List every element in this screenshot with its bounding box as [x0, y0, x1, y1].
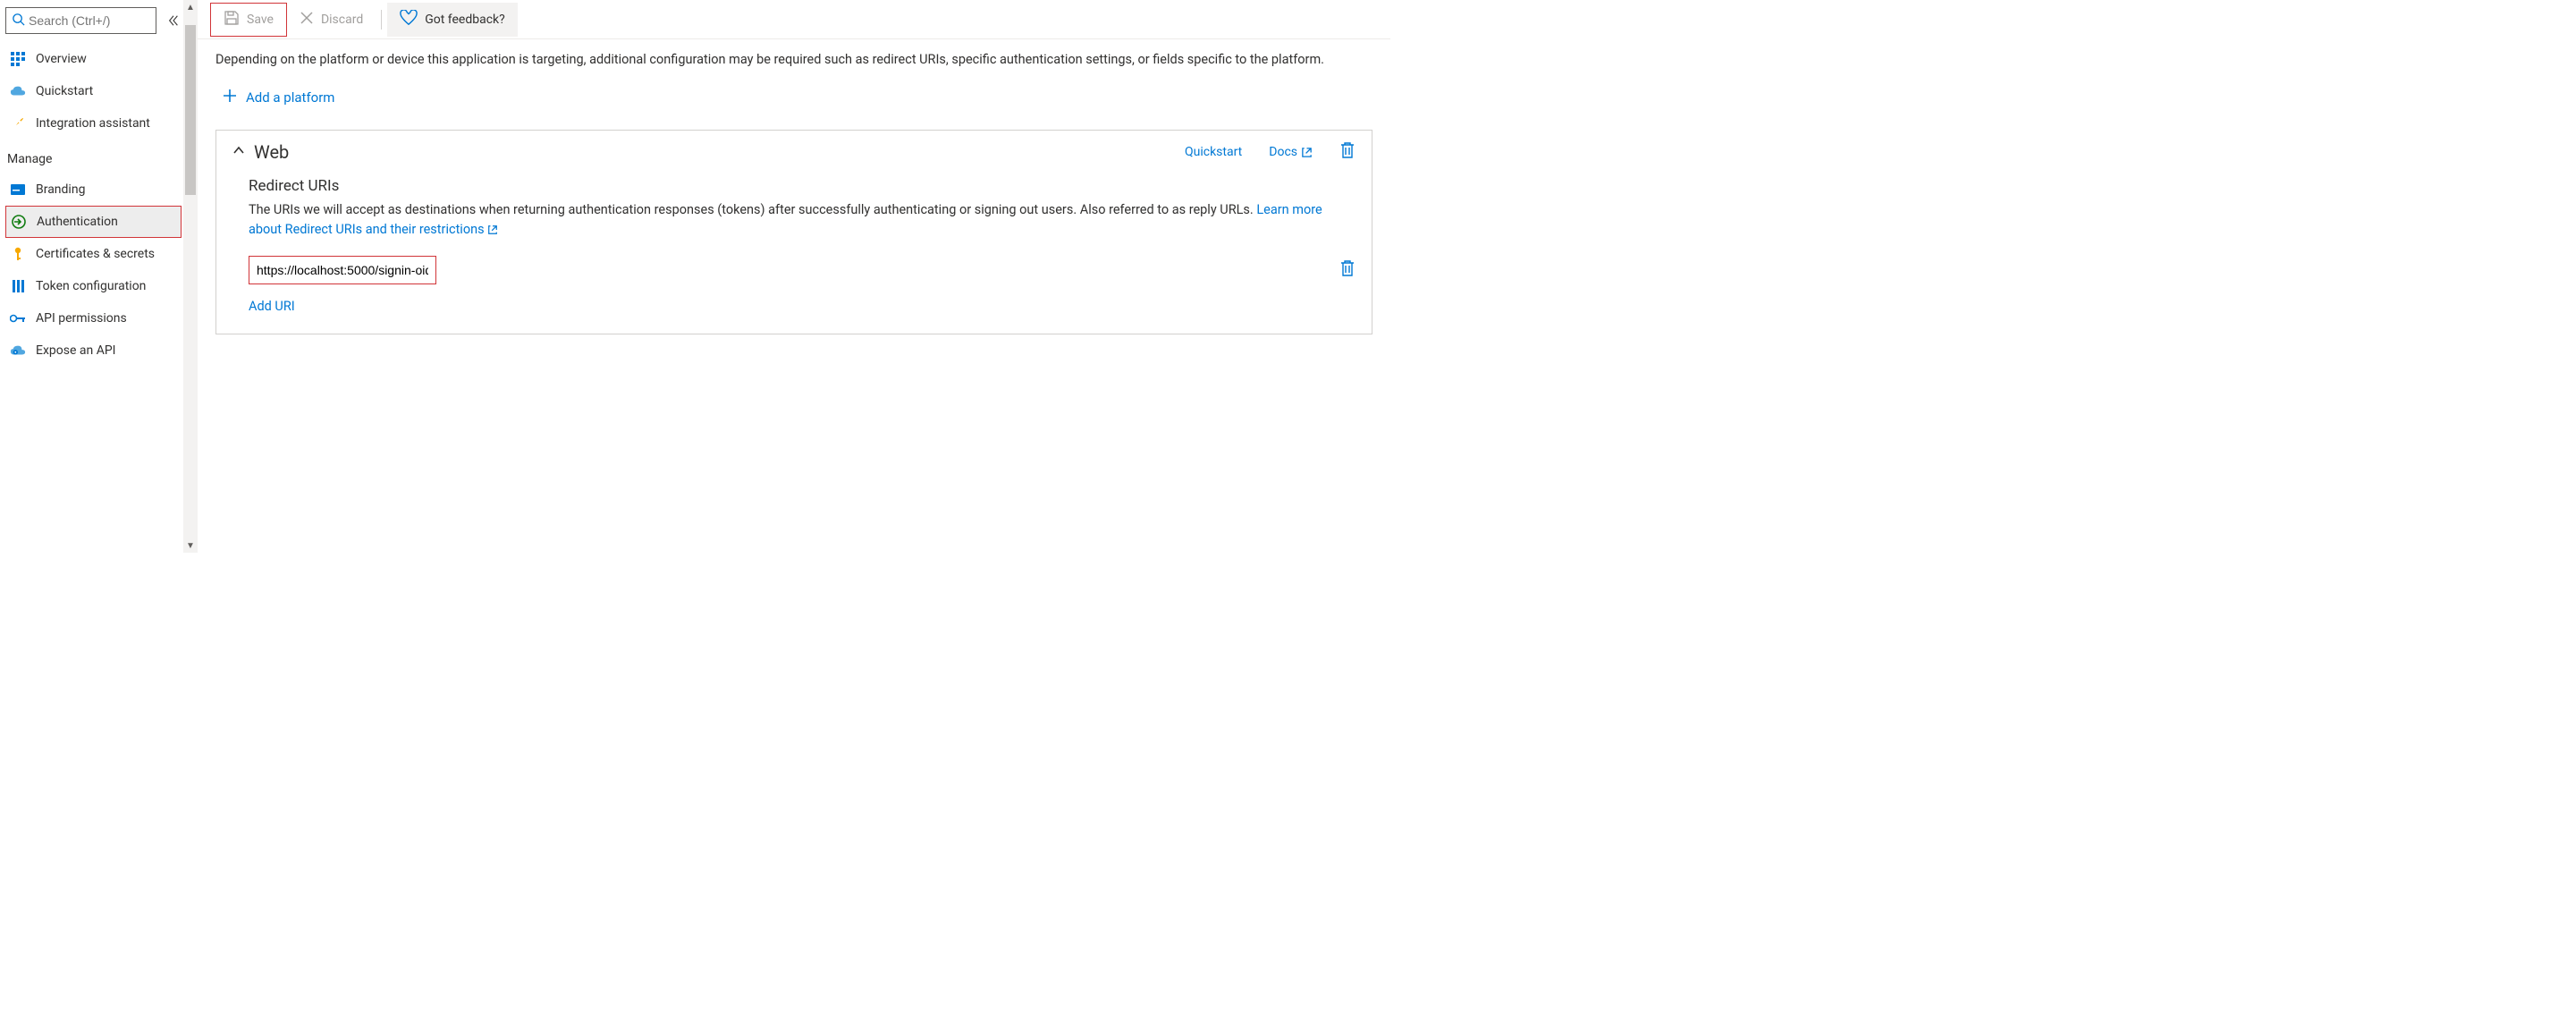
save-label: Save [247, 13, 274, 27]
search-icon [12, 13, 25, 30]
chevron-up-icon[interactable] [232, 144, 245, 160]
sidebar-item-label: Overview [36, 52, 87, 66]
authentication-icon [10, 213, 28, 231]
sidebar-item-integration-assistant[interactable]: Integration assistant [5, 107, 182, 140]
sidebar-item-quickstart[interactable]: Quickstart [5, 75, 182, 107]
redirect-uris-heading: Redirect URIs [249, 177, 1356, 195]
scroll-up-arrow-icon[interactable]: ▲ [183, 0, 198, 14]
trash-icon [1339, 141, 1356, 159]
feedback-button[interactable]: Got feedback? [387, 3, 518, 37]
quickstart-link[interactable]: Quickstart [1185, 145, 1242, 159]
content-area: Depending on the platform or device this… [198, 39, 1390, 352]
key-icon [9, 245, 27, 263]
close-icon [300, 11, 314, 29]
collapse-sidebar-button[interactable] [165, 13, 182, 29]
sidebar-item-label: Token configuration [36, 279, 146, 293]
scroll-thumb[interactable] [185, 25, 196, 195]
sidebar-scrollbar[interactable]: ▲ ▼ [183, 0, 198, 553]
docs-link-label: Docs [1269, 145, 1297, 159]
add-uri-button[interactable]: Add URI [249, 299, 295, 314]
sidebar-item-label: Expose an API [36, 343, 115, 358]
toolbar: Save Discard Got feedback? [198, 0, 1390, 39]
sidebar-item-branding[interactable]: Branding [5, 173, 182, 206]
platform-intro-text: Depending on the platform or device this… [215, 50, 1372, 69]
discard-label: Discard [321, 13, 363, 27]
rocket-icon [9, 114, 27, 132]
add-platform-button[interactable]: Add a platform [223, 89, 1372, 106]
discard-button[interactable]: Discard [287, 3, 376, 37]
add-platform-label: Add a platform [246, 89, 334, 106]
sidebar-item-label: Branding [36, 182, 85, 197]
redirect-uri-input[interactable] [249, 256, 436, 284]
sidebar-item-expose-api[interactable]: Expose an API [5, 334, 182, 367]
scroll-down-arrow-icon[interactable]: ▼ [183, 538, 198, 553]
search-input[interactable] [29, 13, 150, 28]
redirect-uris-description: The URIs we will accept as destinations … [249, 200, 1356, 240]
overview-icon [9, 50, 27, 68]
sidebar: Overview Quickstart Integration assistan… [0, 0, 183, 553]
sidebar-item-token-configuration[interactable]: Token configuration [5, 270, 182, 302]
web-platform-card: Web Quickstart Docs Redirect URIs The UR… [215, 130, 1372, 334]
cloud-gear-icon [9, 342, 27, 360]
sidebar-item-label: Quickstart [36, 84, 93, 98]
delete-uri-button[interactable] [1339, 259, 1356, 281]
save-icon [224, 10, 240, 30]
token-icon [9, 277, 27, 295]
sidebar-item-certificates-secrets[interactable]: Certificates & secrets [5, 238, 182, 270]
sidebar-item-label: Authentication [37, 215, 118, 229]
cloud-icon [9, 82, 27, 100]
plus-icon [223, 89, 237, 106]
redirect-uri-row [249, 256, 1356, 284]
card-header: Web Quickstart Docs [232, 141, 1356, 163]
popout-icon [1301, 147, 1313, 158]
main-panel: Save Discard Got feedback? Depending on … [198, 0, 1390, 553]
sidebar-item-label: Integration assistant [36, 116, 150, 131]
save-button[interactable]: Save [210, 3, 287, 37]
sidebar-item-authentication[interactable]: Authentication [5, 206, 182, 238]
sidebar-section-manage: Manage [5, 140, 182, 173]
sidebar-item-label: Certificates & secrets [36, 247, 155, 261]
sidebar-item-overview[interactable]: Overview [5, 43, 182, 75]
search-row [5, 7, 182, 34]
card-title: Web [254, 141, 289, 163]
branding-icon [9, 181, 27, 199]
search-box[interactable] [5, 7, 156, 34]
docs-link[interactable]: Docs [1269, 145, 1313, 159]
sidebar-item-api-permissions[interactable]: API permissions [5, 302, 182, 334]
feedback-label: Got feedback? [425, 13, 505, 27]
redirect-uris-desc-text: The URIs we will accept as destinations … [249, 202, 1256, 217]
permissions-icon [9, 309, 27, 327]
popout-icon [487, 224, 498, 235]
delete-platform-button[interactable] [1339, 141, 1356, 163]
toolbar-divider [381, 10, 382, 30]
heart-icon [400, 10, 418, 30]
trash-icon [1339, 259, 1356, 277]
sidebar-item-label: API permissions [36, 311, 127, 326]
